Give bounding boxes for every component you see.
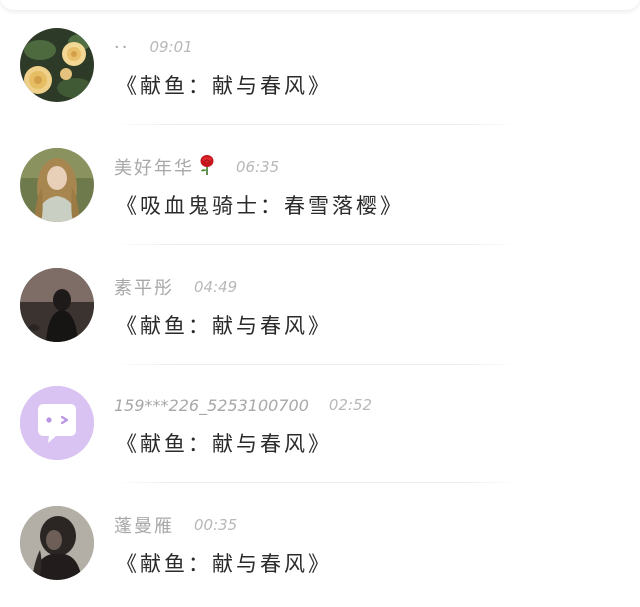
rose-emoji-icon <box>198 154 216 180</box>
username[interactable]: ·· <box>114 37 129 58</box>
comment-text[interactable]: 《献鱼：献与春风》 <box>116 70 332 100</box>
girl-in-dark-avatar-icon[interactable] <box>20 506 94 580</box>
girl-long-hair-avatar-icon[interactable] <box>20 148 94 222</box>
timestamp: 04:49 <box>194 278 238 296</box>
username[interactable]: 蓬曼雁 <box>114 512 174 538</box>
comment-text[interactable]: 《献鱼：献与春风》 <box>116 310 332 340</box>
comment-item[interactable]: 蓬曼雁 00:35 《献鱼：献与春风》 <box>0 480 640 600</box>
username[interactable]: 素平彤 <box>114 274 174 300</box>
timestamp: 02:52 <box>328 396 373 414</box>
comment-text[interactable]: 《献鱼：献与春风》 <box>116 548 332 578</box>
comment-item[interactable]: ·· 09:01 《献鱼：献与春风》 <box>0 0 640 125</box>
chat-bubble-default-avatar-icon[interactable] <box>20 386 94 460</box>
timestamp: 00:35 <box>194 516 238 534</box>
comment-text[interactable]: 《献鱼：献与春风》 <box>116 428 332 458</box>
timestamp: 06:35 <box>236 158 280 176</box>
dark-silhouette-avatar-icon[interactable] <box>20 268 94 342</box>
username[interactable]: 159***226_5253100700 <box>114 396 309 415</box>
comment-item[interactable]: 159***226_5253100700 02:52 《献鱼：献与春风》 <box>0 360 640 483</box>
username[interactable]: 美好年华 <box>114 154 194 180</box>
comment-item[interactable]: 美好年华 06:35 《吸血鬼骑士：春雪落樱》 <box>0 120 640 245</box>
timestamp: 09:01 <box>149 38 193 56</box>
comment-text[interactable]: 《吸血鬼骑士：春雪落樱》 <box>116 190 404 220</box>
yellow-roses-avatar-icon[interactable] <box>20 28 94 102</box>
comment-item[interactable]: 素平彤 04:49 《献鱼：献与春风》 <box>0 240 640 365</box>
